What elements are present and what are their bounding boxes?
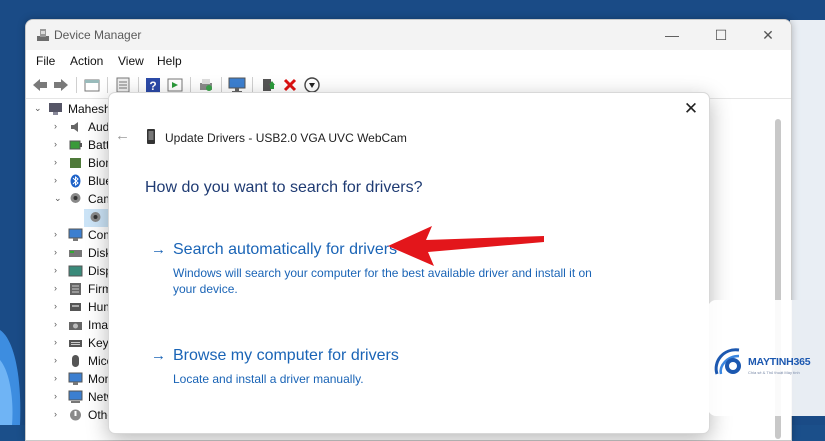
chevron-right-icon[interactable]: › [54, 283, 64, 293]
tree-item-label: Batt [88, 138, 110, 152]
chevron-down-icon[interactable]: ⌄ [34, 103, 44, 114]
back-arrow-icon[interactable]: ← [115, 127, 133, 145]
bluetooth-icon [70, 174, 81, 188]
menu-help[interactable]: Help [157, 54, 182, 68]
imaging-device-icon [69, 322, 82, 330]
chevron-right-icon[interactable]: › [54, 157, 64, 167]
chevron-right-icon[interactable]: › [54, 319, 64, 329]
firmware-icon [70, 283, 81, 295]
minimize-icon: — [665, 27, 679, 43]
dialog-title: Update Drivers - USB2.0 VGA UVC WebCam [165, 131, 407, 145]
menu-bar: File Action View Help [26, 50, 791, 72]
watermark-brand: MAYTINH365 [748, 356, 811, 368]
watermark-logo: MAYTINH365 Chia sẻ & Thủ thuật Máy tính [708, 300, 825, 416]
arrow-right-icon: → [151, 241, 166, 258]
menu-action[interactable]: Action [70, 54, 103, 68]
keyboard-icon [69, 340, 82, 347]
chevron-right-icon[interactable]: › [54, 391, 64, 401]
chevron-right-icon[interactable]: › [54, 247, 64, 257]
network-adapter-icon [68, 390, 83, 403]
chevron-right-icon[interactable]: › [54, 139, 64, 149]
camera-icon [70, 193, 81, 203]
menu-view[interactable]: View [118, 54, 144, 68]
close-icon: ✕ [683, 99, 699, 118]
svg-text:?: ? [149, 79, 156, 93]
properties-icon[interactable] [83, 76, 101, 94]
mouse-icon [72, 355, 79, 367]
chevron-right-icon[interactable]: › [54, 301, 64, 311]
dialog-close-button[interactable]: ✕ [680, 98, 702, 120]
chevron-right-icon[interactable]: › [54, 265, 64, 275]
chevron-right-icon[interactable]: › [54, 337, 64, 347]
maximize-icon: ☐ [714, 26, 728, 43]
dialog-heading: How do you want to search for drivers? [145, 179, 423, 196]
menu-file[interactable]: File [36, 54, 55, 68]
human-interface-icon [70, 303, 81, 311]
option-title[interactable]: Search automatically for drivers [173, 241, 397, 259]
device-manager-icon [37, 29, 49, 41]
maximize-button[interactable]: ☐ [698, 20, 744, 50]
close-icon: ✕ [762, 26, 774, 43]
title-bar: Device Manager — ☐ ✕ [26, 20, 791, 50]
chevron-right-icon[interactable]: › [54, 175, 64, 185]
chevron-right-icon[interactable]: › [54, 229, 64, 239]
chevron-right-icon[interactable]: › [54, 409, 64, 419]
display-adapter-icon [68, 265, 83, 277]
other-devices-icon [70, 409, 81, 421]
watermark-tagline: Chia sẻ & Thủ thuật Máy tính [748, 370, 800, 375]
back-arrow-icon[interactable] [31, 76, 49, 94]
tree-root-label: Mahesh [68, 102, 111, 116]
webcam-icon [90, 212, 101, 222]
disk-drive-icon [69, 250, 82, 257]
tree-item-label: Aud [88, 120, 110, 134]
audio-icon [71, 122, 78, 132]
chevron-right-icon[interactable]: › [54, 373, 64, 383]
forward-arrow-icon[interactable] [52, 76, 70, 94]
maytinh365-logo-icon [714, 348, 741, 375]
chevron-right-icon[interactable]: › [54, 355, 64, 365]
close-button[interactable]: ✕ [745, 20, 791, 50]
monitor-icon [68, 372, 83, 385]
option-title[interactable]: Browse my computer for drivers [173, 347, 399, 365]
computer-icon [68, 228, 83, 241]
arrow-right-icon: → [151, 347, 166, 364]
option-description: Locate and install a driver manually. [173, 372, 364, 386]
window-title: Device Manager [54, 28, 142, 42]
annotation-arrow-icon [388, 226, 544, 266]
chevron-right-icon[interactable]: › [54, 121, 64, 131]
battery-icon [69, 140, 82, 150]
browse-computer-option[interactable]: → Browse my computer for drivers Locate … [151, 347, 591, 387]
device-icon [147, 129, 155, 144]
chevron-down-icon[interactable]: ⌄ [54, 193, 64, 204]
minimize-button[interactable]: — [649, 20, 695, 50]
tree-item-webcam-selected[interactable] [84, 209, 108, 227]
computer-icon [49, 103, 62, 115]
biometric-icon [70, 158, 81, 168]
option-description: Windows will search your computer for th… [173, 266, 592, 296]
